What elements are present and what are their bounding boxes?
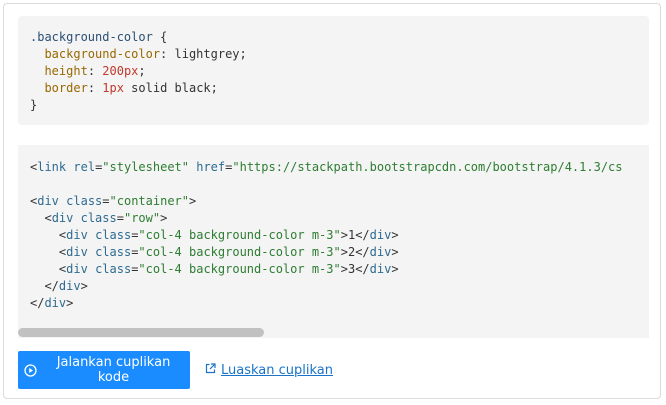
code-punct: : [87, 64, 103, 78]
horizontal-scrollbar[interactable] [18, 326, 649, 338]
html-tag: div [66, 262, 88, 276]
code-punct: > [391, 228, 399, 242]
code-punct: </ [44, 279, 59, 293]
html-tag: div [44, 296, 67, 310]
code-punct: > [391, 245, 399, 259]
code-punct: ; [210, 81, 218, 95]
code-punct: : [160, 47, 175, 61]
code-line: <div class="col-4 background-color m-3">… [30, 261, 623, 278]
expand-snippet-link[interactable]: Luaskan cuplikan [205, 363, 333, 378]
code-line: </div> [30, 295, 623, 312]
code-punct: </ [355, 245, 370, 259]
code-punct: = [102, 194, 110, 208]
code-punct: ; [239, 47, 247, 61]
html-tag: div [37, 194, 59, 208]
code-line: } [30, 97, 649, 114]
code-punct: < [44, 211, 52, 225]
html-tag: div [58, 279, 81, 293]
code-line: <div class="row"> [30, 210, 623, 227]
html-attr: rel [73, 160, 96, 174]
run-snippet-button[interactable]: Jalankan cuplikan kode [18, 351, 190, 389]
external-link-icon [205, 363, 216, 378]
html-string: "https://stackpath.bootstrapcdn.com/boot… [232, 160, 623, 174]
code-punct: </ [355, 262, 370, 276]
html-tag: link [37, 160, 67, 174]
css-property: background-color [44, 47, 161, 61]
code-line: <div class="container"> [30, 193, 623, 210]
html-string: "col-4 background-color m-3" [138, 262, 341, 276]
css-property: height [44, 64, 88, 78]
code-punct: </ [30, 296, 45, 310]
html-attr: class [95, 245, 132, 259]
code-line: <link rel="stylesheet" href="https://sta… [30, 159, 623, 176]
css-code-block: .background-color { background-color: li… [18, 16, 649, 125]
css-value: solid black [123, 81, 211, 95]
code-punct: > [340, 262, 348, 276]
css-selector: .background-color [30, 30, 153, 44]
expand-snippet-label: Luaskan cuplikan [221, 363, 333, 378]
code-punct: > [189, 194, 197, 208]
html-code-block[interactable]: < link rel = "stylesheet" href = "https://sta… [18, 145, 649, 338]
css-value: 200px [102, 64, 139, 78]
html-tag: div [66, 228, 88, 242]
css-value: 1px [102, 81, 124, 95]
html-string: "row" [123, 211, 161, 225]
code-punct: = [116, 211, 124, 225]
code-line: height: 200px; [30, 63, 649, 80]
play-circle-icon [24, 363, 37, 377]
scrollbar-thumb[interactable] [18, 328, 264, 337]
html-tag: div [51, 211, 74, 225]
code-punct: : [87, 81, 103, 95]
html-code-content: < link rel = "stylesheet" href = "https://sta… [30, 159, 623, 312]
code-line: <div class="col-4 background-color m-3">… [30, 244, 623, 261]
code-punct: > [160, 211, 168, 225]
code-punct: > [340, 245, 348, 259]
css-value: lightgrey [174, 47, 240, 61]
html-tag: div [369, 228, 392, 242]
html-tag: div [369, 245, 392, 259]
code-punct: ; [138, 64, 146, 78]
code-punct: > [80, 279, 88, 293]
code-line: border: 1px solid black; [30, 80, 649, 97]
code-punct: } [30, 98, 38, 112]
html-tag: div [66, 245, 88, 259]
code-punct: > [340, 228, 348, 242]
html-string: "col-4 background-color m-3" [138, 245, 341, 259]
code-line: <div class="col-4 background-color m-3">… [30, 227, 623, 244]
code-line: .background-color { [30, 29, 649, 46]
html-string: "container" [109, 194, 189, 208]
code-line: background-color: lightgrey; [30, 46, 649, 63]
html-attr: class [80, 211, 117, 225]
html-attr: class [66, 194, 103, 208]
code-punct: { [152, 30, 168, 44]
html-attr: class [95, 228, 132, 242]
html-tag: div [369, 262, 392, 276]
html-attr: href [196, 160, 226, 174]
code-snippet: .background-color { background-color: li… [3, 3, 661, 399]
code-punct: > [391, 262, 399, 276]
code-line: </div> [30, 278, 623, 295]
html-string: "col-4 background-color m-3" [138, 228, 341, 242]
code-punct: </ [355, 228, 370, 242]
html-string: "stylesheet" [102, 160, 189, 174]
run-snippet-label: Jalankan cuplikan kode [56, 355, 171, 385]
code-punct: > [66, 296, 74, 310]
css-property: border [44, 81, 88, 95]
html-attr: class [95, 262, 132, 276]
